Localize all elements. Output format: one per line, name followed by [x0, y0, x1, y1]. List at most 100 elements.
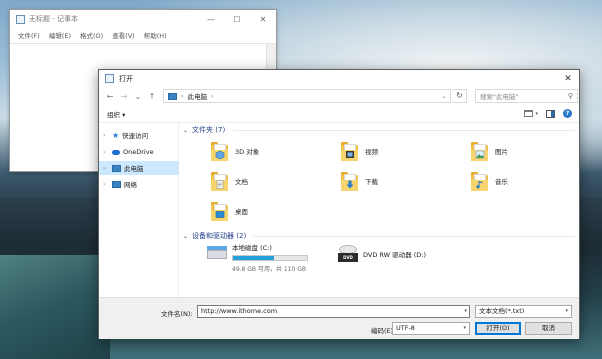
- close-icon[interactable]: ✕: [557, 74, 579, 84]
- expand-chevron-icon[interactable]: ›: [103, 181, 109, 188]
- filename-dropdown-icon[interactable]: ▾: [464, 306, 467, 317]
- notepad-icon: [16, 14, 25, 24]
- nav-item-this-pc[interactable]: › 此电脑: [99, 161, 179, 175]
- folder-videos[interactable]: 视频: [341, 138, 378, 164]
- dialog-titlebar[interactable]: 打开 ✕: [99, 70, 579, 87]
- expand-chevron-icon[interactable]: ›: [103, 132, 109, 139]
- cloud-icon: [112, 149, 120, 155]
- folder-label: 下载: [365, 178, 378, 186]
- folder-pictures[interactable]: 图片: [471, 138, 508, 164]
- maximize-button[interactable]: ☐: [224, 15, 250, 24]
- encoding-select[interactable]: UTF-8 ▾: [392, 322, 470, 335]
- expand-chevron-icon[interactable]: ›: [103, 165, 109, 172]
- folder-3d-objects[interactable]: 3D 对象: [211, 138, 259, 164]
- open-button[interactable]: 打开(O): [475, 322, 521, 335]
- dvd-drive-icon: DVD: [338, 244, 358, 264]
- view-controls: ▾ ?: [524, 109, 579, 118]
- encoding-value: UTF-8: [396, 324, 415, 332]
- folder-label: 3D 对象: [235, 148, 260, 156]
- drive-usage-fill: [233, 256, 274, 260]
- folder-icon: [341, 171, 358, 191]
- expand-chevron-icon[interactable]: ›: [103, 149, 109, 156]
- filename-label: 文件名(N):: [161, 310, 193, 318]
- folder-label: 桌面: [235, 208, 248, 216]
- up-arrow-icon[interactable]: ↑: [146, 92, 158, 101]
- folder-label: 视频: [365, 148, 378, 156]
- nav-item-label: OneDrive: [123, 148, 154, 156]
- nav-item-network[interactable]: › 网络: [99, 177, 179, 191]
- change-view-icon[interactable]: [524, 110, 534, 117]
- folder-icon: [211, 201, 228, 221]
- filename-input[interactable]: http://www.ithome.com ▾: [197, 305, 470, 318]
- open-file-dialog: 打开 ✕ ← → ⌄ ↑ › 此电脑 › ⌄ ↻ 搜索"此电脑" ⚲ 组织 ▾ …: [98, 69, 580, 339]
- nav-item-label: 网络: [124, 181, 137, 189]
- notepad-icon: [105, 74, 114, 83]
- folder-downloads[interactable]: 下载: [341, 168, 378, 194]
- menu-view[interactable]: 查看(V): [112, 30, 135, 40]
- help-icon[interactable]: ?: [563, 109, 572, 118]
- breadcrumb-chevron-icon[interactable]: ›: [211, 92, 214, 100]
- group-header-folders[interactable]: ⌄ 文件夹 (7): [183, 124, 575, 136]
- nav-item-onedrive[interactable]: › OneDrive: [99, 145, 179, 159]
- menu-edit[interactable]: 编辑(E): [49, 30, 71, 40]
- command-bar: 组织 ▾ ▾ ?: [99, 105, 579, 123]
- close-button[interactable]: ✕: [250, 15, 276, 24]
- search-input[interactable]: 搜索"此电脑" ⚲: [475, 89, 578, 103]
- address-dropdown-icon[interactable]: ⌄: [438, 93, 450, 100]
- refresh-icon[interactable]: ↻: [453, 89, 467, 103]
- drive-dvd-d[interactable]: DVD DVD RW 驱动器 (D:): [338, 244, 426, 264]
- minimize-button[interactable]: —: [198, 15, 224, 24]
- collapse-chevron-icon[interactable]: ⌄: [183, 233, 188, 240]
- address-bar[interactable]: › 此电脑 › ⌄: [163, 89, 451, 103]
- folder-desktop[interactable]: 桌面: [211, 198, 248, 224]
- filetype-dropdown-icon[interactable]: ▾: [565, 306, 568, 317]
- menu-format[interactable]: 格式(O): [80, 30, 103, 40]
- recent-locations-chevron-icon[interactable]: ⌄: [132, 92, 144, 101]
- breadcrumb-separator-icon[interactable]: ›: [181, 92, 184, 100]
- notepad-menubar: 文件(F) 编辑(E) 格式(O) 查看(V) 帮助(H): [10, 28, 276, 41]
- drive-label: DVD RW 驱动器 (D:): [363, 251, 426, 259]
- back-arrow-icon[interactable]: ←: [104, 92, 116, 101]
- filetype-value: 文本文档(*.txt): [479, 307, 525, 315]
- drive-details: 本地磁盘 (C:) 49.8 GB 可用，共 110 GB: [232, 242, 308, 273]
- filename-value: http://www.ithome.com: [201, 307, 278, 315]
- forward-arrow-icon[interactable]: →: [118, 92, 130, 101]
- folder-music[interactable]: 音乐: [471, 168, 508, 194]
- nav-item-label: 此电脑: [124, 165, 144, 173]
- menu-file[interactable]: 文件(F): [18, 30, 40, 40]
- folder-label: 文档: [235, 178, 248, 186]
- notepad-title: 无标题 - 记事本: [29, 15, 78, 23]
- dialog-footer: 文件名(N): http://www.ithome.com ▾ 文本文档(*.t…: [99, 297, 579, 339]
- address-row: ← → ⌄ ↑ › 此电脑 › ⌄ ↻ 搜索"此电脑" ⚲: [99, 87, 579, 105]
- collapse-chevron-icon[interactable]: ⌄: [183, 127, 188, 134]
- filetype-select[interactable]: 文本文档(*.txt) ▾: [475, 305, 572, 318]
- breadcrumb-this-pc[interactable]: 此电脑: [188, 91, 208, 101]
- notepad-window-controls: — ☐ ✕: [198, 15, 276, 24]
- nav-item-label: 快速访问: [122, 132, 149, 140]
- view-dropdown-icon[interactable]: ▾: [535, 111, 538, 117]
- group-title: 设备和驱动器 (2): [192, 232, 247, 240]
- folder-icon: [471, 141, 488, 161]
- folder-documents[interactable]: 文档: [211, 168, 248, 194]
- folder-label: 图片: [495, 148, 508, 156]
- pc-icon: [112, 164, 121, 172]
- group-header-devices[interactable]: ⌄ 设备和驱动器 (2): [183, 230, 575, 242]
- folder-label: 音乐: [495, 178, 508, 186]
- drive-label: 本地磁盘 (C:): [232, 244, 272, 252]
- organize-button[interactable]: 组织 ▾: [107, 109, 125, 119]
- drive-usage-bar: [232, 255, 308, 261]
- search-placeholder: 搜索"此电脑": [480, 93, 519, 101]
- menu-help[interactable]: 帮助(H): [144, 30, 167, 40]
- folder-icon: [211, 171, 228, 191]
- desktop-shore: [0, 255, 110, 359]
- notepad-titlebar[interactable]: 无标题 - 记事本 — ☐ ✕: [10, 10, 276, 28]
- encoding-dropdown-icon[interactable]: ▾: [463, 323, 466, 334]
- drive-local-c[interactable]: 本地磁盘 (C:) 49.8 GB 可用，共 110 GB: [207, 242, 308, 273]
- network-icon: [112, 180, 121, 188]
- star-icon: ★: [112, 130, 120, 140]
- group-divider: [233, 129, 575, 131]
- preview-pane-icon[interactable]: [546, 109, 555, 118]
- cancel-button[interactable]: 取消: [525, 322, 572, 335]
- navigation-pane: › ★ 快速访问 › OneDrive › 此电脑 › 网络: [99, 123, 179, 297]
- nav-item-quick-access[interactable]: › ★ 快速访问: [99, 128, 179, 142]
